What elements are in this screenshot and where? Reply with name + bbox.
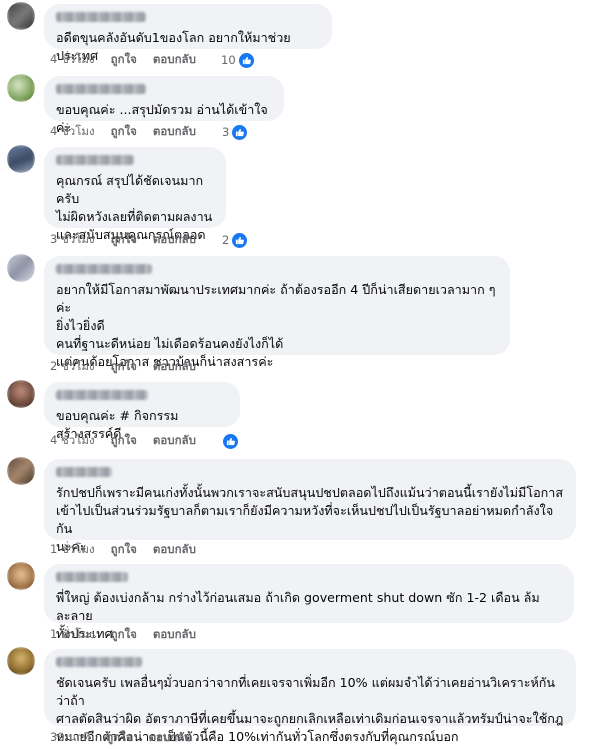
comment-bubble: พี่ใหญ่ ต้องเบ่งกล้าม กร่างไว้ก่อนเสมอ ถ… bbox=[44, 564, 574, 641]
reply-button[interactable]: ตอบกลับ bbox=[153, 541, 196, 559]
reaction-number: 2 bbox=[222, 233, 230, 247]
comment-actions: 3 ชั่วโมง ถูกใจ ตอบกลับ bbox=[50, 232, 212, 248]
reaction-number: 10 bbox=[221, 53, 236, 67]
reply-button[interactable]: ตอบกลับ bbox=[153, 626, 196, 644]
author-name[interactable] bbox=[56, 572, 128, 582]
like-button[interactable]: ถูกใจ bbox=[106, 729, 132, 747]
comment-bubble: รักปชปก็เพราะมีคนเก่งทั้งนั้นพวกเราจะสนั… bbox=[44, 459, 576, 554]
reaction-count[interactable]: 2 bbox=[222, 231, 249, 249]
comment-actions: 4 ชั่วโมง ถูกใจ ตอบกลับ bbox=[50, 124, 212, 140]
comment-actions: 1 ชั่วโมง ถูกใจ ตอบกลับ bbox=[50, 542, 212, 558]
comment-time[interactable]: 39 นาที bbox=[50, 729, 90, 747]
reply-button[interactable]: ตอบกลับ bbox=[153, 358, 196, 376]
comment-bubble: อยากให้มีโอกาสมาพัฒนาประเทศมากค่ะ ถ้าต้อ… bbox=[44, 256, 510, 369]
comment-actions: 4 ชั่วโมง ถูกใจ ตอบกลับ bbox=[50, 433, 212, 449]
author-name[interactable] bbox=[56, 390, 148, 400]
comment-time[interactable]: 3 ชั่วโมง bbox=[50, 231, 95, 249]
comment-actions: 39 นาที ถูกใจ ตอบกลับ bbox=[50, 730, 207, 746]
reaction-number: 3 bbox=[222, 125, 230, 139]
author-name[interactable] bbox=[56, 467, 112, 477]
like-icon bbox=[231, 123, 249, 141]
like-button[interactable]: ถูกใจ bbox=[111, 432, 137, 450]
avatar[interactable] bbox=[7, 457, 35, 485]
like-icon bbox=[222, 432, 239, 450]
comment-time[interactable]: 4 ชั่วโมง bbox=[50, 51, 95, 69]
avatar[interactable] bbox=[7, 380, 35, 408]
reaction-count[interactable]: 10 bbox=[221, 51, 255, 69]
reply-button[interactable]: ตอบกลับ bbox=[153, 231, 196, 249]
comment-time[interactable]: 4 ชั่วโมง bbox=[50, 432, 95, 450]
comment-bubble: อดีตขุนคลังอันดับ1ของโลก อยากให้มาช่วยปร… bbox=[44, 4, 332, 63]
comment-time[interactable]: 2 ชั่วโมง bbox=[50, 358, 95, 376]
like-button[interactable]: ถูกใจ bbox=[111, 231, 137, 249]
reaction-count[interactable] bbox=[220, 432, 239, 450]
comment-time[interactable]: 1 ชั่วโมง bbox=[50, 626, 95, 644]
author-name[interactable] bbox=[56, 657, 142, 667]
author-name[interactable] bbox=[56, 155, 134, 165]
like-button[interactable]: ถูกใจ bbox=[111, 51, 137, 69]
author-name[interactable] bbox=[56, 12, 146, 22]
avatar[interactable] bbox=[7, 2, 35, 30]
like-icon bbox=[237, 51, 255, 69]
like-button[interactable]: ถูกใจ bbox=[111, 541, 137, 559]
avatar[interactable] bbox=[7, 74, 35, 102]
author-name[interactable] bbox=[56, 264, 152, 274]
comment-bubble: ชัดเจนครับ เพลอื่นๆมั่วบอกว่าจากที่เคยเจ… bbox=[44, 649, 576, 744]
reply-button[interactable]: ตอบกลับ bbox=[153, 51, 196, 69]
author-name[interactable] bbox=[56, 84, 146, 94]
avatar[interactable] bbox=[7, 254, 35, 282]
avatar[interactable] bbox=[7, 145, 35, 173]
reaction-count[interactable]: 3 bbox=[222, 123, 249, 141]
reply-button[interactable]: ตอบกลับ bbox=[153, 123, 196, 141]
comment-bubble: ขอบคุณค่ะ ...สรุปมัดรวม อ่านได้เข้าใจค่ะ bbox=[44, 76, 284, 135]
avatar[interactable] bbox=[7, 647, 35, 675]
like-button[interactable]: ถูกใจ bbox=[111, 626, 137, 644]
like-icon bbox=[231, 231, 249, 249]
like-button[interactable]: ถูกใจ bbox=[111, 123, 137, 141]
comment-actions: 2 ชั่วโมง ถูกใจ ตอบกลับ bbox=[50, 359, 212, 375]
comment-actions: 4 ชั่วโมง ถูกใจ ตอบกลับ bbox=[50, 52, 212, 68]
reply-button[interactable]: ตอบกลับ bbox=[148, 729, 191, 747]
comment-time[interactable]: 1 ชั่วโมง bbox=[50, 541, 95, 559]
comment-bubble: คุณกรณ์ สรุปได้ชัดเจนมากครับ ไม่ผิดหวังเ… bbox=[44, 147, 226, 242]
comment-bubble: ขอบคุณค่ะ # กิจกรรม สร้างสรรค์ดี bbox=[44, 382, 240, 441]
comment-actions: 1 ชั่วโมง ถูกใจ ตอบกลับ bbox=[50, 627, 212, 643]
like-button[interactable]: ถูกใจ bbox=[111, 358, 137, 376]
reply-button[interactable]: ตอบกลับ bbox=[153, 432, 196, 450]
avatar[interactable] bbox=[7, 562, 35, 590]
comment-time[interactable]: 4 ชั่วโมง bbox=[50, 123, 95, 141]
